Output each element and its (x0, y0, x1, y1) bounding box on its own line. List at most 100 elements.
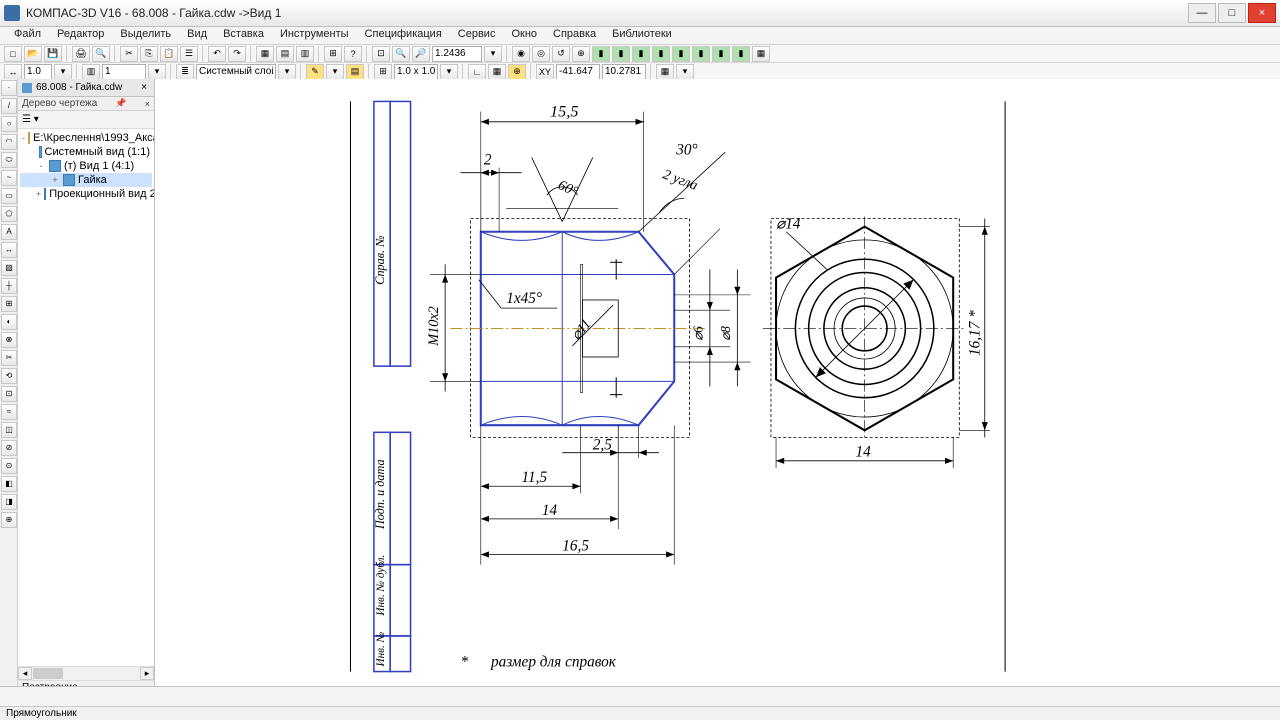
snap-13[interactable]: ▦ (752, 46, 770, 62)
tool-line[interactable]: / (1, 98, 17, 114)
menu-edit[interactable]: Редактор (49, 27, 112, 44)
view-num-input[interactable] (102, 64, 146, 80)
grid-icon[interactable]: ⊞ (374, 64, 392, 80)
open-button[interactable]: 📂 (24, 46, 42, 62)
tool-text[interactable]: A (1, 224, 17, 240)
layer-dd[interactable]: ▾ (278, 64, 296, 80)
tb-btn-1[interactable]: ▦ (256, 46, 274, 62)
undo-button[interactable]: ↶ (208, 46, 226, 62)
tool-circle[interactable]: ○ (1, 116, 17, 132)
scroll-right[interactable]: ▸ (140, 667, 154, 680)
snap-5[interactable]: ▮ (592, 46, 610, 62)
tool-g[interactable]: ◫ (1, 422, 17, 438)
snap-10[interactable]: ▮ (692, 46, 710, 62)
tool-a[interactable]: ◐ (1, 314, 17, 330)
new-button[interactable]: □ (4, 46, 22, 62)
tb2-btn-4[interactable]: ▦ (488, 64, 506, 80)
preview-button[interactable]: 🔍 (92, 46, 110, 62)
snap-9[interactable]: ▮ (672, 46, 690, 62)
grid-dd[interactable]: ▾ (440, 64, 458, 80)
menu-spec[interactable]: Спецификация (357, 27, 450, 44)
snap-7[interactable]: ▮ (632, 46, 650, 62)
tree-view[interactable]: -E:\Креслення\1993_Аксарин_\Системный ви… (18, 129, 154, 666)
tool-c[interactable]: ✂ (1, 350, 17, 366)
close-button[interactable]: × (1248, 3, 1276, 23)
tb-btn-4[interactable]: ⊞ (324, 46, 342, 62)
tree-toggle[interactable]: + (50, 173, 60, 187)
snap-2[interactable]: ◎ (532, 46, 550, 62)
tool-hatch[interactable]: ▨ (1, 260, 17, 276)
tool-table[interactable]: ⊞ (1, 296, 17, 312)
zoom-input[interactable] (432, 46, 482, 62)
tb-btn-2[interactable]: ▤ (276, 46, 294, 62)
tool-dim[interactable]: ↔ (1, 242, 17, 258)
tb2-btn-1[interactable]: ▥ (82, 64, 100, 80)
zoom-dd[interactable]: ▾ (484, 46, 502, 62)
snap-1[interactable]: ◉ (512, 46, 530, 62)
tree-node[interactable]: -E:\Креслення\1993_Аксарин_\ (20, 131, 152, 145)
canvas-area[interactable]: Справ. № Подп. и дата Инв. № дубл. Инв. … (155, 79, 1280, 694)
zoom-fit-button[interactable]: ⊡ (372, 46, 390, 62)
menu-view[interactable]: Вид (179, 27, 215, 44)
coord-y[interactable] (602, 64, 646, 80)
tree-tool-icon[interactable]: ☰ ▾ (22, 114, 39, 125)
menu-tools[interactable]: Инструменты (272, 27, 357, 44)
tree-pin-icon[interactable]: 📌 (115, 98, 126, 109)
tool-i[interactable]: ⊙ (1, 458, 17, 474)
tb-btn-5[interactable]: ? (344, 46, 362, 62)
tool-b[interactable]: ⊗ (1, 332, 17, 348)
tool-d[interactable]: ⟲ (1, 368, 17, 384)
scroll-left[interactable]: ◂ (18, 667, 32, 680)
doc-tab-close[interactable]: × (138, 82, 150, 93)
tree-hscroll[interactable]: ◂ ▸ (18, 666, 154, 680)
tool-arc[interactable]: ◠ (1, 134, 17, 150)
tool-rect[interactable]: ▭ (1, 188, 17, 204)
tool-f[interactable]: ≈ (1, 404, 17, 420)
redo-button[interactable]: ↷ (228, 46, 246, 62)
zoom-in-button[interactable]: 🔍 (392, 46, 410, 62)
props-button[interactable]: ☰ (180, 46, 198, 62)
coord-x[interactable] (556, 64, 600, 80)
tree-toggle[interactable]: - (22, 131, 25, 145)
tool-point[interactable]: · (1, 80, 17, 96)
tool-h[interactable]: ⊘ (1, 440, 17, 456)
tree-node[interactable]: -(т) Вид 1 (4:1) (20, 159, 152, 173)
tool-l[interactable]: ⊕ (1, 512, 17, 528)
save-button[interactable]: 💾 (44, 46, 62, 62)
tree-node[interactable]: +Проекционный вид 2 (4:1) (20, 187, 152, 201)
tb2-btn-0[interactable]: ↔ (4, 64, 22, 80)
snap-12[interactable]: ▮ (732, 46, 750, 62)
menu-service[interactable]: Сервис (450, 27, 504, 44)
tb-btn-3[interactable]: ▥ (296, 46, 314, 62)
tb2-btn-3[interactable]: ▤ (346, 64, 364, 80)
layer-input[interactable] (196, 64, 276, 80)
paste-button[interactable]: 📋 (160, 46, 178, 62)
cut-button[interactable]: ✂ (120, 46, 138, 62)
tree-toggle[interactable]: + (36, 187, 41, 201)
grid-input[interactable] (394, 64, 438, 80)
tb2-btn-2b[interactable]: ▾ (326, 64, 344, 80)
zoom-out-button[interactable]: 🔎 (412, 46, 430, 62)
tb2-dd-0[interactable]: ▾ (54, 64, 72, 80)
tree-node[interactable]: +Гайка (20, 173, 152, 187)
tool-k[interactable]: ◨ (1, 494, 17, 510)
document-tab[interactable]: 68.008 - Гайка.cdw × (18, 79, 154, 97)
menu-insert[interactable]: Вставка (215, 27, 272, 44)
tool-spline[interactable]: ~ (1, 170, 17, 186)
tool-e[interactable]: ⊡ (1, 386, 17, 402)
maximize-button[interactable]: □ (1218, 3, 1246, 23)
menu-libs[interactable]: Библиотеки (604, 27, 680, 44)
tb2-btn-6[interactable]: ▦ (656, 64, 674, 80)
tool-ellipse[interactable]: ⬭ (1, 152, 17, 168)
menu-file[interactable]: Файл (6, 27, 49, 44)
snap-11[interactable]: ▮ (712, 46, 730, 62)
tree-close-icon[interactable]: × (145, 99, 150, 109)
tool-axis[interactable]: ┼ (1, 278, 17, 294)
tree-node[interactable]: Системный вид (1:1) (20, 145, 152, 159)
menu-select[interactable]: Выделить (112, 27, 179, 44)
snap-4[interactable]: ⊕ (572, 46, 590, 62)
menu-help[interactable]: Справка (545, 27, 604, 44)
drawing-canvas[interactable]: Справ. № Подп. и дата Инв. № дубл. Инв. … (155, 79, 1280, 694)
linewidth-input[interactable] (24, 64, 52, 80)
tb2-btn-7[interactable]: ▾ (676, 64, 694, 80)
